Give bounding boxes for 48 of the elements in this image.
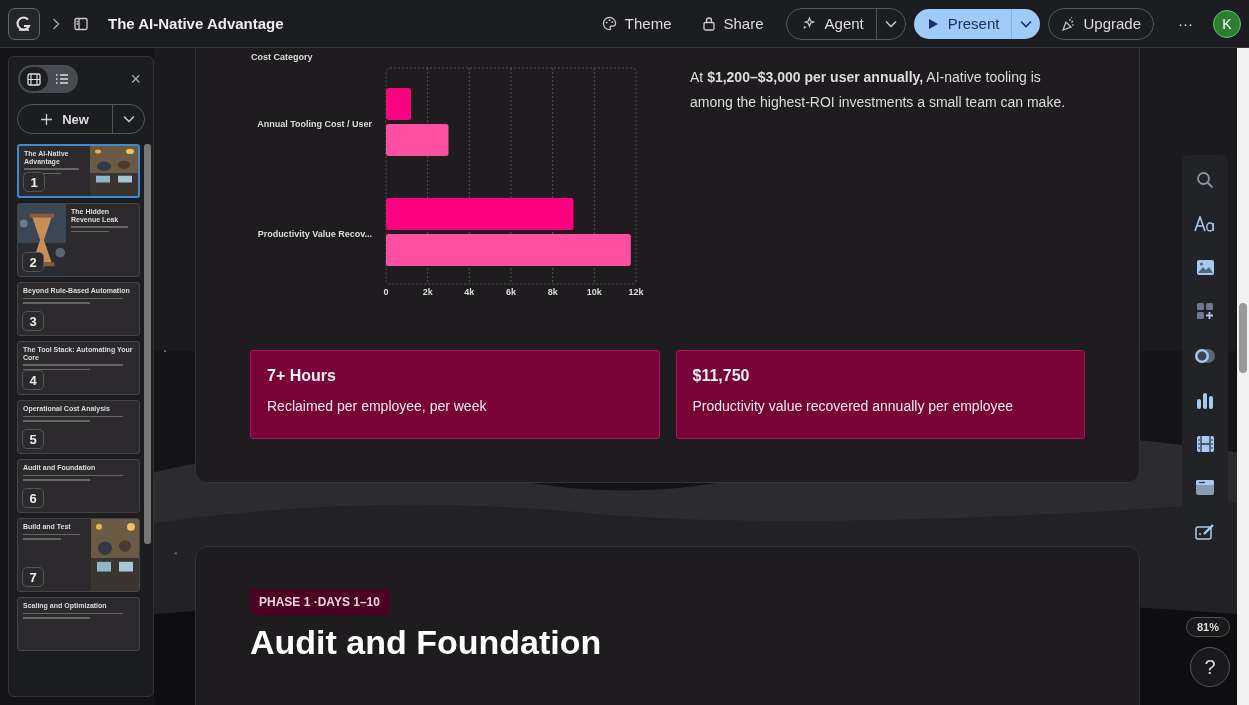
- caret-icon: [1020, 19, 1033, 28]
- category-label: Annual Tooling Cost / User: [257, 119, 372, 129]
- scrollbar-thumb[interactable]: [1239, 303, 1247, 373]
- tick-label: 6k: [506, 287, 516, 297]
- share-button[interactable]: Share: [689, 9, 776, 38]
- slide-number: 4: [22, 370, 44, 390]
- body-text: At $1,200–$3,000 per user annually, AI-native tooling is among the highest-ROI investments a small team can make.: [690, 68, 1067, 112]
- tick-label: 12k: [628, 287, 644, 297]
- close-button[interactable]: ×: [126, 68, 145, 90]
- slide-number: 5: [22, 429, 44, 449]
- grid-view-button[interactable]: [20, 67, 48, 91]
- sparkle-icon: [800, 16, 816, 31]
- user-avatar[interactable]: K: [1213, 9, 1241, 38]
- scrollbar-thumb[interactable]: [144, 144, 151, 544]
- more-button[interactable]: ···: [1168, 15, 1203, 32]
- stat-value: $11,750: [692, 367, 751, 385]
- film-grid-icon: [27, 72, 41, 86]
- caret-icon: [122, 115, 135, 123]
- app-logo-icon[interactable]: [8, 7, 40, 40]
- lock-icon: [701, 16, 716, 31]
- tick-label: 10k: [586, 287, 602, 297]
- slide-number: 1: [23, 172, 45, 192]
- slide-number: 6: [22, 488, 44, 508]
- chevron-right-icon[interactable]: [52, 17, 60, 30]
- palette-icon: [601, 16, 617, 31]
- stat-value: 7+ Hours: [267, 367, 337, 385]
- stat-caption: Reclaimed per employee, per week: [267, 398, 488, 414]
- tick-label: 2k: [422, 287, 433, 297]
- slide-number: 3: [22, 311, 44, 331]
- slide-number: 7: [22, 567, 44, 587]
- caret-icon: [884, 19, 897, 28]
- tick-label: 0: [383, 287, 389, 297]
- play-icon: [927, 17, 939, 30]
- tick-label: 4k: [464, 287, 475, 297]
- slide-number: 2: [22, 252, 44, 272]
- list-icon: [55, 73, 69, 85]
- plus-icon: [41, 113, 53, 125]
- document-title: The AI-Native Advantage: [108, 15, 284, 32]
- slide-heading: Audit and Foundation: [250, 623, 602, 662]
- phase-tag: PHASE 1 ·DAYS 1–10: [250, 589, 389, 615]
- tick-label: 8k: [547, 287, 558, 297]
- category-label: Productivity Value Recov...: [257, 229, 372, 239]
- theme-button[interactable]: Theme: [589, 9, 684, 38]
- bar: [386, 88, 411, 120]
- stat-caption: Productivity value recovered annually per employee: [692, 398, 1015, 414]
- axis-title: Cost Category: [251, 52, 313, 62]
- bar: [386, 124, 449, 156]
- sidebar-toggle-icon[interactable]: [74, 16, 88, 31]
